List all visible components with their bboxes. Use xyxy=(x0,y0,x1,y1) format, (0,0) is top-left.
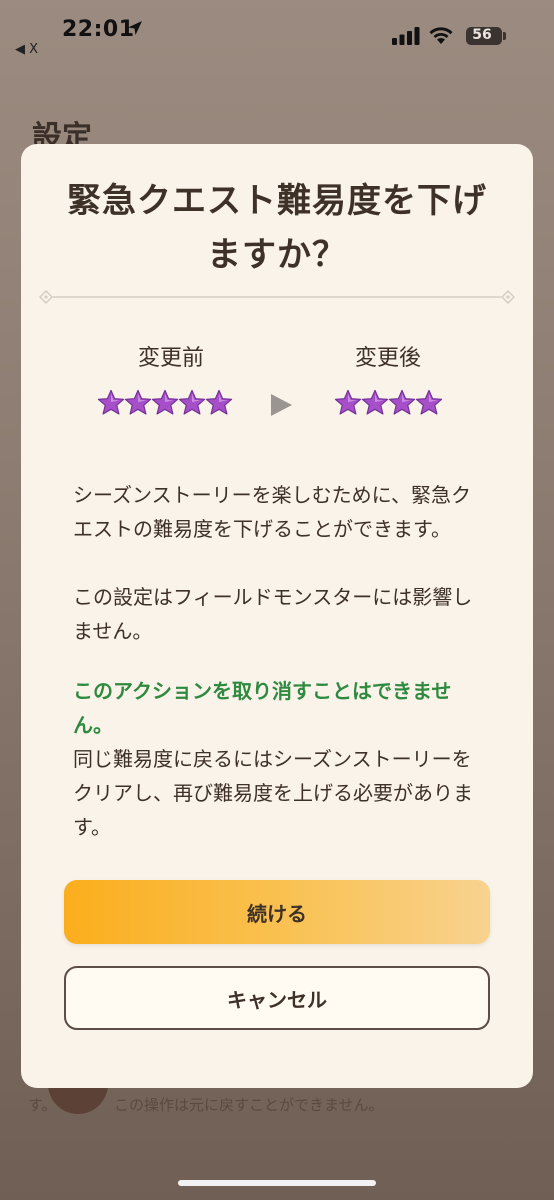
irreversible-warning: このアクションを取り消すことはできません。 xyxy=(73,679,452,737)
background-note-fragment: す。 xyxy=(28,1096,57,1114)
star-icon xyxy=(124,389,152,415)
after-label: 変更後 xyxy=(354,346,421,371)
before-label: 変更前 xyxy=(137,346,204,371)
status-bar: 22:01 ◀ X 56 xyxy=(0,0,554,64)
field-monster-note: この設定はフィールドモンスターには影響しません。 xyxy=(73,585,473,643)
dialog-title: 緊急クエスト難易度を下げますか？ xyxy=(67,181,487,275)
after-difficulty-stars xyxy=(334,388,443,422)
background-note: この操作は元に戻すことができません。 xyxy=(114,1096,384,1114)
battery-level: 56 xyxy=(472,27,492,43)
cellular-signal-icon xyxy=(392,27,420,45)
star-icon xyxy=(388,389,416,415)
status-time: 22:01 xyxy=(62,17,135,42)
cancel-button[interactable]: キャンセル xyxy=(64,966,490,1030)
divider-ornament xyxy=(39,290,515,304)
play-arrow-icon xyxy=(271,394,292,416)
before-difficulty-stars xyxy=(97,388,233,422)
home-indicator[interactable] xyxy=(178,1180,376,1186)
star-icon xyxy=(361,389,389,415)
star-icon xyxy=(205,389,233,415)
star-icon xyxy=(178,389,206,415)
star-icon xyxy=(415,389,443,415)
continue-button[interactable]: 続ける xyxy=(64,880,490,944)
location-arrow-icon xyxy=(128,21,142,35)
lower-difficulty-dialog: 緊急クエスト難易度を下げますか？ 変更前 変更後 シーズンストーリーを楽しむため… xyxy=(21,144,533,1088)
back-to-app-link[interactable]: ◀ X xyxy=(15,42,38,57)
battery-nub xyxy=(503,32,506,40)
restore-instructions: 同じ難易度に戻るにはシーズンストーリーをクリアし、再び難易度を上げる必要がありま… xyxy=(73,747,473,839)
wifi-icon xyxy=(429,27,453,44)
battery-icon: 56 xyxy=(466,27,502,45)
star-icon xyxy=(151,389,179,415)
description-paragraph: シーズンストーリーを楽しむために、緊急クエストの難易度を下げることができます。 xyxy=(73,483,471,541)
star-icon xyxy=(334,389,362,415)
star-icon xyxy=(97,389,125,415)
